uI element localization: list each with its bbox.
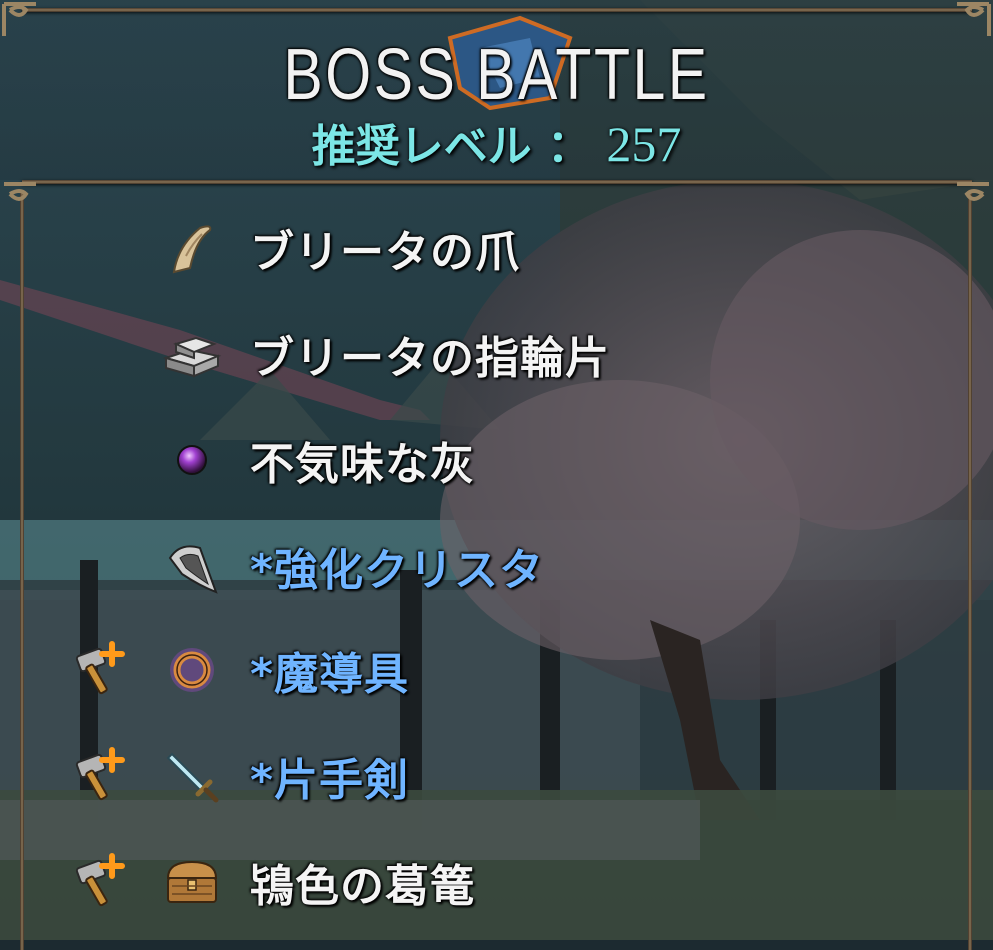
craft-hammer-icon <box>75 747 125 801</box>
corner-ornament-icon <box>957 2 991 36</box>
recommended-level: 推奨レベル ： 257 <box>0 110 993 174</box>
claw-icon <box>172 225 212 274</box>
magic-ring-icon <box>170 648 214 692</box>
corner-ornament-icon <box>2 2 36 36</box>
list-item: *片手剣 <box>0 726 993 826</box>
item-name: ブリータの指輪片 <box>250 333 610 384</box>
item-name: *魔導具 <box>250 649 410 700</box>
purple-orb-icon <box>177 445 207 475</box>
list-item: 不気味な灰 <box>0 410 993 510</box>
item-name: 鴇色の葛篭 <box>250 861 475 912</box>
level-value: 257 <box>606 116 682 172</box>
boss-battle-title: BOSS BATTLE <box>283 35 710 115</box>
crystal-shard-icon <box>168 545 218 594</box>
sword-icon <box>166 752 219 803</box>
metal-ingot-icon <box>162 336 222 378</box>
craft-hammer-icon <box>75 641 125 695</box>
list-item: 鴇色の葛篭 <box>0 832 993 932</box>
level-label: 推奨レベル ： <box>311 121 591 172</box>
list-item: *魔導具 <box>0 620 993 720</box>
craft-hammer-icon <box>75 853 125 907</box>
item-name: *片手剣 <box>250 755 410 806</box>
frame-divider <box>22 180 972 184</box>
list-item: ブリータの指輪片 <box>0 304 993 404</box>
item-name: 不気味な灰 <box>250 439 475 490</box>
item-name: *強化クリスタ <box>250 545 545 596</box>
list-item: *強化クリスタ <box>0 516 993 616</box>
list-item: ブリータの爪 <box>0 198 993 298</box>
treasure-chest-icon <box>166 860 218 903</box>
item-name: ブリータの爪 <box>250 227 520 278</box>
